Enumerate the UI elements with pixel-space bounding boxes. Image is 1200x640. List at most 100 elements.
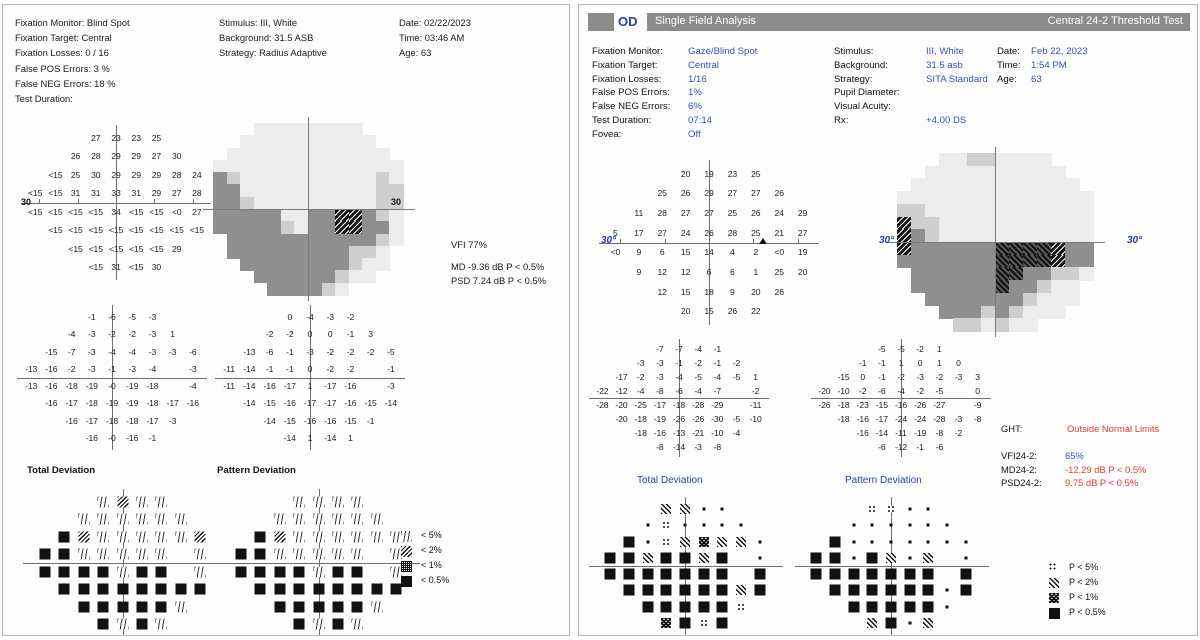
grayscale-left-cell — [240, 135, 255, 149]
grayscale-left-cell — [267, 282, 282, 296]
grid-value: -17 — [653, 400, 666, 411]
grid-value: -18 — [146, 381, 159, 392]
grid-value: <0 — [774, 247, 785, 258]
probability-symbol-p5 — [117, 618, 128, 630]
probability-symbol-p5 — [313, 566, 324, 578]
grid-value: 9 — [636, 266, 642, 277]
probability-symbol-p2 — [274, 531, 286, 543]
probability-symbol-sq — [623, 568, 635, 580]
grayscale-right-cell — [995, 178, 1010, 192]
grayscale-right-cell — [925, 178, 940, 192]
grayscale-left-cell — [294, 184, 309, 198]
grid-value: -16 — [653, 428, 666, 439]
grid-value: -14 — [384, 398, 397, 409]
grayscale-left-cell — [253, 159, 268, 173]
grid-value: -5 — [387, 346, 395, 357]
grayscale-right-cell — [967, 203, 982, 218]
grid-value: 29 — [151, 188, 162, 199]
probability-symbol-dot — [870, 540, 874, 544]
grid-value: 23 — [131, 132, 141, 143]
param-value: 07:14 — [688, 114, 713, 126]
grid-value: <15 — [189, 225, 204, 236]
grayscale-left-cell — [321, 123, 336, 136]
probability-symbol-dot — [945, 540, 949, 544]
grid-value: -4 — [675, 371, 683, 382]
probability-symbol-cross2 — [698, 552, 709, 563]
grayscale-left-cell — [280, 123, 295, 136]
probability-symbol-dot — [908, 507, 912, 511]
grid-value: 11 — [634, 208, 644, 219]
probability-symbol-p5 — [332, 548, 344, 560]
grid-value: 1 — [307, 381, 313, 392]
grayscale-left-cell — [240, 172, 255, 186]
grayscale-left-cell — [375, 258, 390, 272]
grayscale-right-cell — [967, 191, 982, 205]
grayscale-right-cell — [953, 318, 968, 332]
grid-value: 31 — [131, 188, 141, 199]
grayscale-left-cell — [389, 209, 404, 222]
grayscale-map-left — [203, 117, 415, 301]
grid-value: 20 — [751, 286, 761, 297]
right-params-column-2: Stimulus: III, White Background: 31.5 asb St… — [834, 45, 988, 128]
grayscale-right-cell — [925, 280, 940, 294]
grayscale-left-cell — [308, 258, 323, 272]
eye-label: OD — [618, 14, 638, 29]
grid-value: <15 — [149, 206, 164, 217]
grid-value: -28 — [596, 400, 609, 411]
grid-value: -2 — [954, 428, 963, 439]
grid-value: 27 — [171, 188, 182, 199]
grayscale-right-cell — [1051, 178, 1066, 192]
grayscale-left-cell — [294, 233, 309, 247]
grid-value: -1 — [366, 415, 375, 426]
grid-value: -2 — [286, 329, 294, 340]
right-pattern-deviation-title: Pattern Deviation — [845, 475, 922, 486]
probability-symbol-sq — [922, 584, 934, 596]
param-value: 31.5 asb — [926, 59, 963, 71]
grayscale-right-cell — [1065, 229, 1080, 243]
grid-value: -5 — [897, 343, 905, 354]
grayscale-left-cell — [362, 221, 377, 235]
grid-value: 27 — [727, 188, 738, 199]
grayscale-left-cell — [253, 172, 268, 186]
grid-value: -1 — [713, 343, 722, 354]
probability-symbol-cross2 — [680, 536, 690, 547]
probability-symbol-sq — [679, 601, 691, 613]
grid-value: 23 — [111, 132, 121, 143]
param-key: Rx: — [834, 114, 849, 126]
grid-value: 0 — [975, 385, 980, 396]
grayscale-left-cell — [240, 196, 255, 210]
legend-symbol-p5 — [401, 531, 412, 542]
grayscale-left-cell — [294, 258, 309, 272]
grayscale-left-cell — [362, 233, 377, 247]
grayscale-left-cell — [335, 196, 350, 210]
grid-value: -27 — [933, 400, 946, 411]
grayscale-right-cell — [939, 267, 954, 281]
grayscale-left-cell — [375, 221, 390, 235]
legend-label: P < 0.5% — [1069, 607, 1106, 617]
grayscale-right-cell — [911, 267, 926, 281]
grid-value: -26 — [692, 414, 705, 425]
grid-value: -2 — [265, 329, 274, 340]
grid-value: -18 — [65, 381, 78, 392]
legend-symbol-cross2 — [1049, 578, 1059, 588]
probability-symbol-p5 — [371, 513, 383, 525]
probability-symbol-sq — [660, 568, 672, 580]
probability-symbol-p5 — [136, 531, 148, 543]
grid-value: <15 — [129, 262, 144, 273]
grid-value: 27 — [657, 227, 667, 238]
grayscale-right-cell — [981, 267, 996, 281]
grayscale-right-cell — [1009, 254, 1024, 269]
probability-symbol-p5 — [293, 548, 305, 560]
grid-value: -4 — [148, 363, 157, 374]
grayscale-left-cell — [335, 172, 350, 186]
grid-value: -16 — [856, 428, 869, 439]
grid-value: 27 — [91, 132, 101, 143]
probability-symbol-sq — [754, 584, 766, 596]
grid-value: -1 — [713, 357, 722, 368]
left-vfi-stat: VFI 77% — [451, 239, 487, 250]
grayscale-right-cell — [981, 178, 996, 192]
grid-value: 1 — [307, 432, 313, 443]
legend-symbol-p2 — [401, 546, 412, 557]
grayscale-left-cell — [389, 159, 404, 173]
probability-symbol-sq — [274, 601, 286, 613]
